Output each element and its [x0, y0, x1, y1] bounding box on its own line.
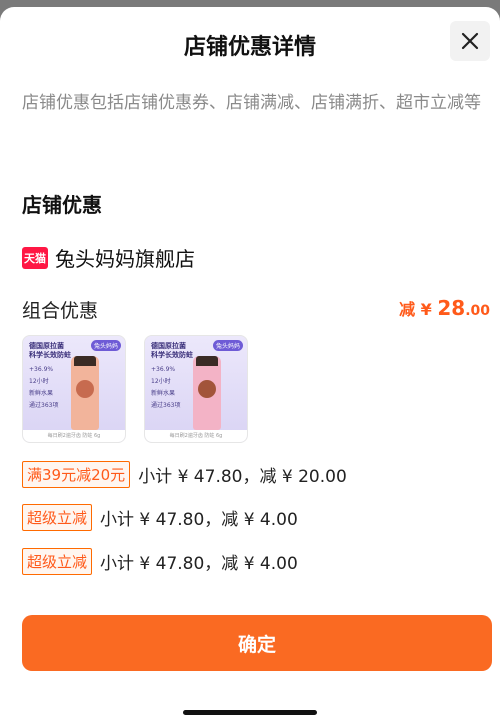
page-title: 店铺优惠详情 [183, 35, 316, 60]
offer-tag: 满39元减20元 [22, 461, 131, 488]
combo-label: 组合优惠 [22, 300, 99, 322]
product-headline: 德国原拉菌 科学长效防蛀 [29, 342, 71, 359]
discount-prefix: 减 ¥ [399, 300, 438, 319]
offer-row: 超级立减 小计 ¥ 47.80，减 ¥ 4.00 [22, 548, 298, 575]
offer-row: 超级立减 小计 ¥ 47.80，减 ¥ 4.00 [22, 504, 298, 531]
product-headline: 德国原拉菌 科学长效防蛀 [151, 342, 193, 359]
close-icon [461, 32, 479, 50]
close-button[interactable] [450, 21, 490, 61]
coupon-detail-sheet: 店铺优惠详情 店铺优惠包括店铺优惠券、店铺满减、店铺满折、超市立减等 店铺优惠 … [0, 7, 500, 724]
product-caption: 每日刷2遍牙齿 防蛀 6g [23, 430, 125, 442]
brand-badge: 兔头妈妈 [90, 340, 121, 351]
description-text: 店铺优惠包括店铺优惠券、店铺满减、店铺满折、超市立减等 [22, 93, 481, 113]
offer-subtotal: 小计 ¥ 47.80，减 ¥ 4.00 [100, 554, 298, 574]
product-card[interactable]: 德国原拉菌 科学长效防蛀 兔头妈妈 +36.9% 12小时 新鲜水果 通过363项 每… [22, 335, 126, 443]
offer-row: 满39元减20元 小计 ¥ 47.80，减 ¥ 20.00 [22, 461, 347, 488]
brand-badge: 兔头妈妈 [212, 340, 243, 351]
combo-discount: 减 ¥ 28.00 [399, 296, 490, 320]
product-card[interactable]: 德国原拉菌 科学长效防蛀 兔头妈妈 +36.9% 12小时 新鲜水果 通过363项 每… [144, 335, 248, 443]
offer-subtotal: 小计 ¥ 47.80，减 ¥ 4.00 [100, 510, 298, 530]
offer-tag: 超级立减 [22, 548, 93, 575]
offer-subtotal: 小计 ¥ 47.80，减 ¥ 20.00 [138, 467, 347, 487]
home-indicator [183, 710, 317, 715]
discount-decimal: .00 [465, 303, 490, 319]
product-caption: 每日刷2遍牙齿 防蛀 6g [145, 430, 247, 442]
confirm-button[interactable]: 确定 [22, 615, 492, 671]
toothpaste-tube-image [71, 356, 99, 430]
product-stats: +36.9% 12小时 新鲜水果 通过363项 [29, 366, 59, 409]
section-title: 店铺优惠 [22, 193, 102, 217]
sheet-header: 店铺优惠详情 [0, 7, 500, 71]
shop-name: 兔头妈妈旗舰店 [55, 247, 195, 271]
discount-integer: 28 [437, 296, 466, 320]
product-stats: +36.9% 12小时 新鲜水果 通过363项 [151, 366, 181, 409]
tmall-icon: 天猫 [22, 246, 48, 269]
toothpaste-tube-image [193, 356, 221, 430]
product-list: 德国原拉菌 科学长效防蛀 兔头妈妈 +36.9% 12小时 新鲜水果 通过363项 每… [22, 335, 248, 443]
offer-tag: 超级立减 [22, 504, 93, 531]
shop-row[interactable]: 天猫 兔头妈妈旗舰店 [22, 243, 195, 272]
